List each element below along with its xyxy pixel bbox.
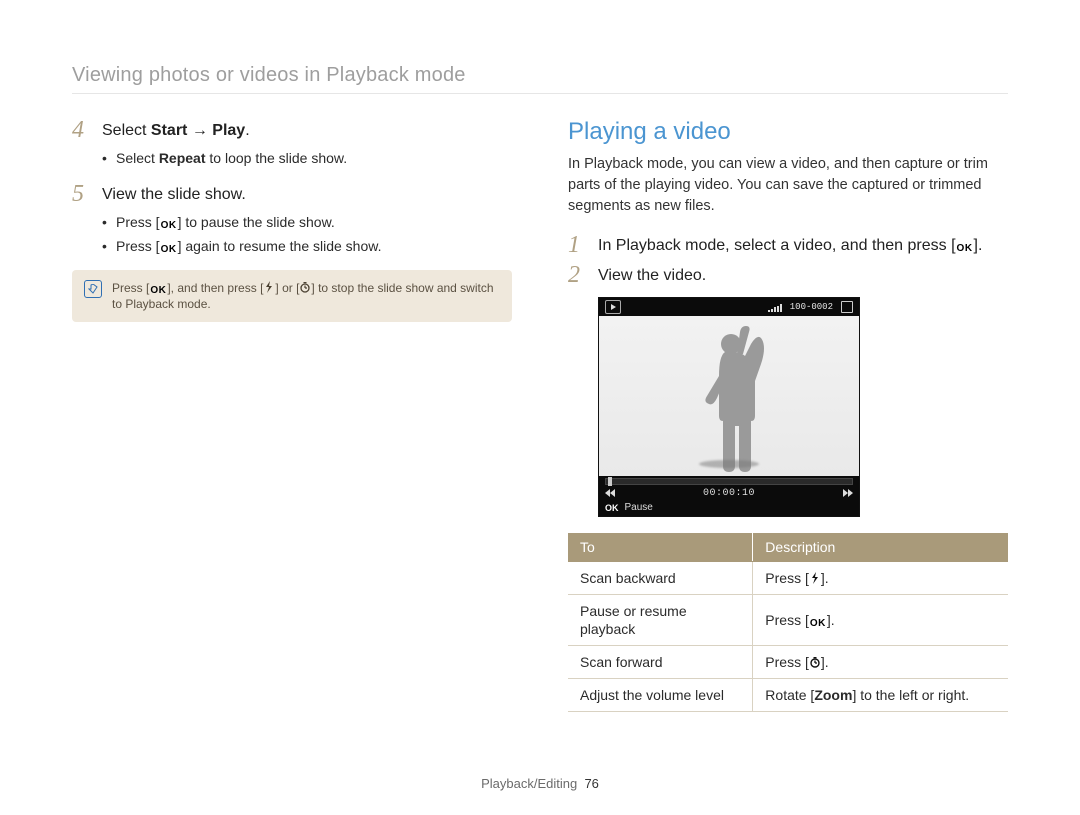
bullet: Press [OK] again to resume the slide sho… — [102, 236, 512, 256]
step-number: 4 — [72, 118, 90, 142]
text: Press [ — [116, 238, 160, 254]
bold: Start — [151, 122, 187, 139]
timer-icon — [809, 656, 821, 668]
cell-to: Scan backward — [568, 562, 753, 595]
text: ]. — [974, 237, 983, 254]
step-number: 5 — [72, 182, 90, 206]
flash-icon — [263, 281, 275, 293]
step-2: 2 View the video. — [568, 263, 1008, 287]
play-indicator-icon — [605, 300, 621, 314]
table-row: Scan forward Press []. — [568, 646, 1008, 679]
pause-label: Pause — [625, 502, 653, 513]
text: ]. — [827, 612, 835, 628]
rewind-icon — [605, 489, 615, 499]
bold: Repeat — [159, 150, 206, 166]
forward-icon — [843, 489, 853, 499]
manual-page: Viewing photos or videos in Playback mod… — [0, 0, 1080, 815]
text: Rotate [ — [765, 687, 814, 703]
right-column: Playing a video In Playback mode, you ca… — [568, 118, 1008, 712]
text: ], and then press [ — [167, 281, 263, 295]
video-frame — [599, 316, 859, 476]
section-intro: In Playback mode, you can view a video, … — [568, 154, 1008, 217]
ok-icon: OK — [160, 245, 178, 255]
text: In Playback mode, select a video, and th… — [598, 237, 956, 254]
cell-desc: Press [OK]. — [753, 595, 1008, 646]
step-5-bullets: Press [OK] to pause the slide show. Pres… — [102, 212, 512, 256]
timer-icon — [299, 281, 311, 293]
ok-icon: OK — [956, 244, 974, 254]
video-osd-top: 100-0002 — [599, 298, 859, 316]
step-4-bullets: Select Repeat to loop the slide show. — [102, 148, 512, 168]
zoom-label: Zoom — [814, 687, 852, 703]
left-column: 4 Select Start → Play. Select Repeat to … — [72, 118, 512, 712]
ok-icon: OK — [149, 286, 167, 296]
step-4: 4 Select Start → Play. — [72, 118, 512, 142]
th-to: To — [568, 533, 753, 562]
arrow-icon: → — [187, 122, 212, 139]
step-text: In Playback mode, select a video, and th… — [598, 233, 982, 257]
step-text: View the video. — [598, 263, 706, 287]
bold: Play — [212, 122, 245, 139]
video-time: 00:00:10 — [703, 488, 755, 499]
cell-desc: Rotate [Zoom] to the left or right. — [753, 679, 1008, 712]
note-icon — [84, 280, 102, 298]
cell-to: Scan forward — [568, 646, 753, 679]
text: ]. — [821, 570, 829, 586]
two-column-layout: 4 Select Start → Play. Select Repeat to … — [72, 118, 1008, 712]
bullet: Select Repeat to loop the slide show. — [102, 148, 512, 168]
text: Press [ — [112, 281, 149, 295]
ok-icon: OK — [160, 221, 178, 231]
table-row: Pause or resume playback Press [OK]. — [568, 595, 1008, 646]
step-text: View the slide show. — [102, 182, 246, 206]
table-header-row: To Description — [568, 533, 1008, 562]
card-icon — [841, 301, 853, 313]
text: ] or [ — [275, 281, 299, 295]
breadcrumb: Viewing photos or videos in Playback mod… — [72, 64, 1008, 94]
cell-to: Pause or resume playback — [568, 595, 753, 646]
text: ] again to resume the slide show. — [178, 238, 382, 254]
text: ]. — [821, 654, 829, 670]
table-row: Scan backward Press []. — [568, 562, 1008, 595]
text: Select — [102, 122, 151, 139]
text: ] to pause the slide show. — [178, 214, 335, 230]
ok-icon: OK — [809, 619, 827, 629]
cell-desc: Press []. — [753, 646, 1008, 679]
progress-bar — [605, 478, 853, 485]
cell-to: Adjust the volume level — [568, 679, 753, 712]
text: Press [ — [765, 612, 809, 628]
person-silhouette-icon — [689, 326, 769, 476]
step-text: Select Start → Play. — [102, 118, 250, 142]
text: Press [ — [765, 570, 809, 586]
text: Press [ — [116, 214, 160, 230]
signal-bars-icon — [768, 303, 782, 312]
th-description: Description — [753, 533, 1008, 562]
table-row: Adjust the volume level Rotate [Zoom] to… — [568, 679, 1008, 712]
note-text: Press [OK], and then press [] or [] to s… — [112, 280, 500, 312]
text: Press [ — [765, 654, 809, 670]
text: to loop the slide show. — [206, 150, 348, 166]
text: ] to the left or right. — [852, 687, 969, 703]
file-counter: 100-0002 — [790, 302, 833, 312]
step-1: 1 In Playback mode, select a video, and … — [568, 233, 1008, 257]
video-preview: 100-0002 — [598, 297, 860, 517]
controls-table: To Description Scan backward Press []. P… — [568, 533, 1008, 712]
text: . — [245, 122, 249, 139]
section-heading: Playing a video — [568, 118, 1008, 146]
page-footer: Playback/Editing 76 — [0, 776, 1080, 791]
ok-icon: OK — [605, 503, 619, 513]
text: Select — [116, 150, 159, 166]
step-5: 5 View the slide show. — [72, 182, 512, 206]
step-number: 2 — [568, 263, 586, 287]
footer-section: Playback/Editing — [481, 776, 577, 791]
step-number: 1 — [568, 233, 586, 257]
video-osd-bottom: 00:00:10 OK Pause — [599, 476, 859, 516]
footer-page-number: 76 — [584, 776, 598, 791]
flash-icon — [809, 572, 821, 584]
bullet: Press [OK] to pause the slide show. — [102, 212, 512, 232]
cell-desc: Press []. — [753, 562, 1008, 595]
note-card: Press [OK], and then press [] or [] to s… — [72, 270, 512, 322]
